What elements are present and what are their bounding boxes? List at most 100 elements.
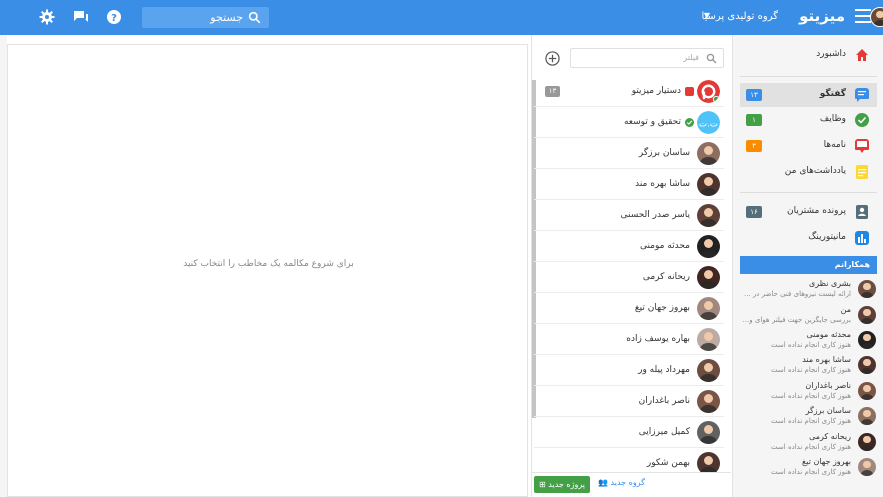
top-bar: میزیتو گروه تولیدی پرسیا ▼ جستجو ? [0,0,883,35]
avatar [858,280,876,298]
colleague-item[interactable]: ناصر باغداران هنوز کاری انجام نداده است [740,380,877,404]
count-badge: ۳ [746,140,762,152]
sidebar-item-label: مانیتورینگ [808,232,846,242]
conversation-item[interactable]: کمیل میرزایی [534,417,724,448]
new-project-button[interactable]: پروژه جدید ⊞ [534,476,590,493]
conversation-name: یاسر صدر الحسنی [620,210,691,220]
divider [740,192,877,193]
avatar [858,356,876,374]
chevron-down-icon[interactable]: ▼ [704,11,710,20]
conversation-item[interactable]: محدثه مومنی [534,231,724,262]
colleague-item[interactable]: من بررسی جایگزین جهت فیلتر هوای و... [740,304,877,328]
gear-icon[interactable] [39,9,55,25]
colleague-item[interactable]: بشری نظری ارائه لیست نیروهای فنی حاضر در… [740,278,877,302]
search-icon [706,53,717,64]
avatar [858,407,876,425]
home-icon [856,49,868,61]
help-icon[interactable]: ? [106,9,122,25]
sidebar-item-label: گفتگو [819,89,846,99]
conversation-item[interactable]: دستیار میزیتو ۱۳ [534,76,724,107]
avatar [697,359,720,382]
colleague-item[interactable]: ریحانه کرمی هنوز کاری انجام نداده است [740,431,877,455]
sidebar-item-customers[interactable]: پرونده مشتریان ۱۶ [740,200,877,224]
colleague-name: ساشا بهره مند [802,355,851,364]
note-icon [856,165,868,179]
filter-input[interactable]: فیلتر [570,48,724,68]
sidebar-item-notes[interactable]: یادداشت‌های من [740,160,877,184]
sidebar-item-label: وظایف [819,114,846,124]
hamburger-menu-icon[interactable] [855,9,871,23]
colleague-status: هنوز کاری انجام نداده است [771,443,851,451]
conversation-name: محدثه مومنی [639,241,690,251]
sidebar-item-label: یادداشت‌های من [784,166,846,176]
avatar [697,297,720,320]
conversation-item[interactable]: یاسر صدر الحسنی [534,200,724,231]
colleagues-header: همکارانم [740,256,877,274]
conversation-name: بهروز جهان تیغ [634,303,690,313]
app-logo-text[interactable]: میزیتو [799,7,845,25]
avatar [858,331,876,349]
messages-icon[interactable] [73,9,89,25]
organization-selector[interactable]: گروه تولیدی پرسیا [701,11,778,22]
avatar [697,266,720,289]
page-background [0,35,7,497]
group-avatar-icon: ت.ت [697,111,720,134]
sidebar: داشبورد گفتگو ۱۳ وظایف ۱ نامه‌ها ۳ یاددا… [732,35,883,497]
avatar [858,382,876,400]
conversation-item[interactable]: بهروز جهان تیغ [534,293,724,324]
avatar [697,173,720,196]
colleague-status: هنوز کاری انجام نداده است [771,468,851,476]
conversation-item[interactable]: ساسان برزگر [534,138,724,169]
colleague-item[interactable]: بهروز جهان تیغ هنوز کاری انجام نداده است [740,456,877,480]
conversation-item[interactable]: بهاره یوسف زاده [534,324,724,355]
search-box[interactable]: جستجو [142,7,269,28]
sidebar-item-tasks[interactable]: وظایف ۱ [740,108,877,132]
conversation-item[interactable]: ریحانه کرمی [534,262,724,293]
sidebar-item-label: داشبورد [816,49,846,59]
avatar [697,142,720,165]
conversation-name: بهاره یوسف زاده [626,334,690,344]
contact-card-icon [856,205,868,219]
sidebar-item-monitoring[interactable]: مانیتورینگ [740,226,877,250]
add-circle-icon[interactable] [545,51,560,66]
colleague-status: هنوز کاری انجام نداده است [771,341,851,349]
sidebar-item-label: نامه‌ها [823,140,846,150]
avatar [697,328,720,351]
sidebar-item-label: پرونده مشتریان [786,206,846,216]
colleague-name: ناصر باغداران [805,381,851,390]
colleague-item[interactable]: محدثه مومنی هنوز کاری انجام نداده است [740,329,877,353]
new-project-label: پروژه جدید [548,480,585,489]
sidebar-item-chat[interactable]: گفتگو ۱۳ [740,83,877,107]
conversation-name: مهرداد پیله ور [638,365,690,375]
conversation-name: ساسان برزگر [638,148,690,158]
user-avatar[interactable] [870,7,883,27]
colleague-name: بهروز جهان تیغ [802,457,851,466]
check-circle-icon [855,113,869,127]
conversation-name: دستیار میزیتو [631,86,681,96]
colleague-status: ارائه لیست نیروهای فنی حاضر در ... [743,290,851,298]
conversation-item[interactable]: مهرداد پیله ور [534,355,724,386]
filter-placeholder: فیلتر [683,53,699,62]
conversation-item[interactable]: ساشا بهره مند [534,169,724,200]
avatar [697,204,720,227]
colleague-name: ریحانه کرمی [809,432,851,441]
colleague-name: من [840,305,851,314]
search-icon[interactable] [248,11,261,24]
sidebar-item-letters[interactable]: نامه‌ها ۳ [740,134,877,158]
count-badge: ۱۶ [746,206,762,218]
conversation-name: بهمن شکور [646,458,690,468]
new-group-button[interactable]: گروه جدید 👥 [598,478,645,487]
new-group-label: گروه جدید [610,478,645,487]
inbox-icon [855,139,869,153]
colleague-item[interactable]: ساسان برزگر هنوز کاری انجام نداده است [740,405,877,429]
divider [740,76,877,77]
conversation-item[interactable]: ت.ت تحقیق و توسعه [534,107,724,138]
sidebar-item-dashboard[interactable]: داشبورد [740,43,877,67]
search-input[interactable]: جستجو [210,11,243,24]
avatar [697,421,720,444]
count-badge: ۱ [746,114,762,126]
conversation-item[interactable]: ناصر باغداران [534,386,724,417]
conversation-list: فیلتر دستیار میزیتو ۱۳ ت.ت تحقیق و توسعه… [531,35,731,497]
conversation-name: ناصر باغداران [638,396,690,406]
colleague-item[interactable]: ساشا بهره مند هنوز کاری انجام نداده است [740,354,877,378]
